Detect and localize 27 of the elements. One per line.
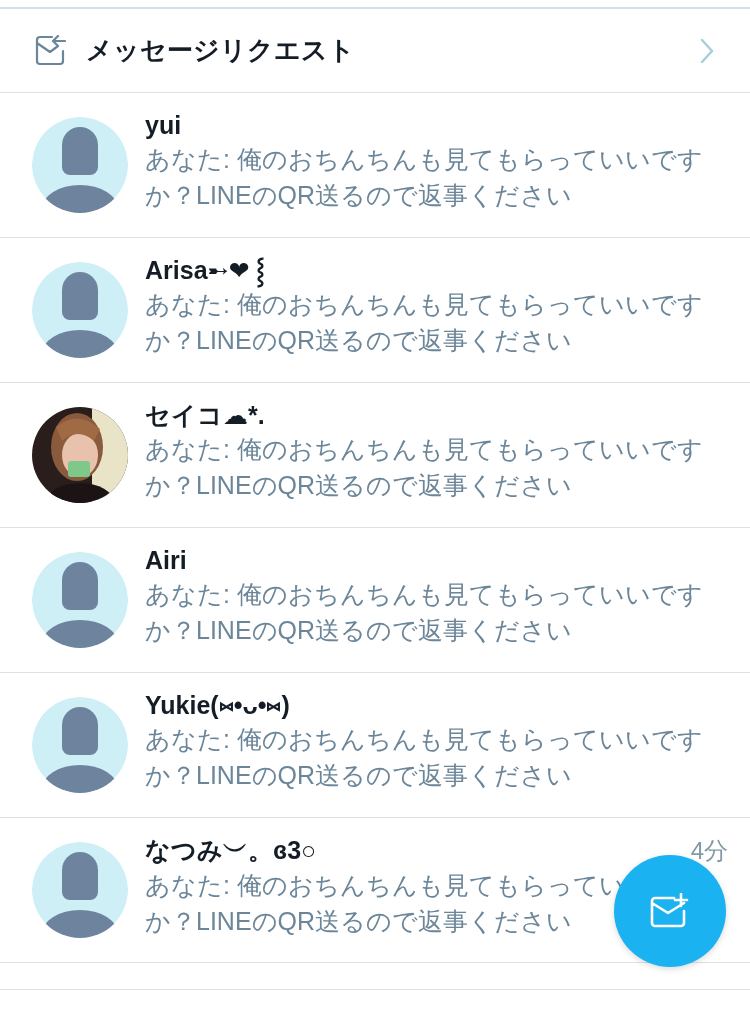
default-avatar-icon (32, 697, 128, 793)
message-requests-row[interactable]: メッセージリクエスト (0, 9, 750, 93)
message-preview: あなた: 俺のおちんちんも見てもらっていいです か？LINEのQR送るので返事ください (145, 144, 703, 211)
message-preview: あなた: 俺のおちんちんも見てもらっていいです か？LINEのQR送るので返事ください (145, 434, 703, 501)
contact-name: Yukie(⑅•ᴗ•⑅) (145, 690, 290, 721)
mail-arrow-icon (34, 34, 66, 67)
conversation-row[interactable]: セイコ☁*. あなた: 俺のおちんちんも見てもらっていいです か？LINEのQR送るので返事ください (0, 383, 750, 528)
default-avatar-icon (32, 552, 128, 648)
contact-name: Airi (145, 545, 187, 576)
message-preview: あなた: 俺のおちんちんも見てもらっていいです か？LINEのQR送るので返事ください (145, 289, 703, 356)
contact-name: Arisa➸❤ ⸾ (145, 254, 266, 286)
message-requests-label: メッセージリクエスト (86, 34, 356, 67)
message-preview: あなた: 俺のおちんちんも見てもらっていいです か？LINEのQR送るので返事ください (145, 724, 703, 791)
conversation-row[interactable]: Yukie(⑅•ᴗ•⑅) あなた: 俺のおちんちんも見てもらっていいです か？LINEのQR送るので返事ください (0, 673, 750, 818)
default-avatar-icon (32, 117, 128, 213)
conversation-row[interactable]: yui あなた: 俺のおちんちんも見てもらっていいです か？LINEのQR送るので返事ください (0, 93, 750, 238)
default-avatar-icon (32, 262, 128, 358)
chevron-right-icon (700, 37, 714, 64)
default-avatar-icon (32, 842, 128, 938)
contact-name: なつみ︶。ɞ3○ (145, 835, 317, 866)
contact-name: yui (145, 110, 182, 141)
conversation-row[interactable]: Arisa➸❤ ⸾ あなた: 俺のおちんちんも見てもらっていいです か？LINEのQR送るので返事ください (0, 238, 750, 383)
contact-name: セイコ☁*. (145, 400, 265, 431)
message-time: 4分 (690, 836, 728, 866)
conversation-row[interactable]: Airi あなた: 俺のおちんちんも見てもらっていいです か？LINEのQR送るので返事ください (0, 528, 750, 673)
mail-plus-icon (650, 893, 690, 929)
message-preview: あなた: 俺のおちんちんも見てもらっていいです か？LINEのQR送るので返事ください (145, 579, 703, 646)
